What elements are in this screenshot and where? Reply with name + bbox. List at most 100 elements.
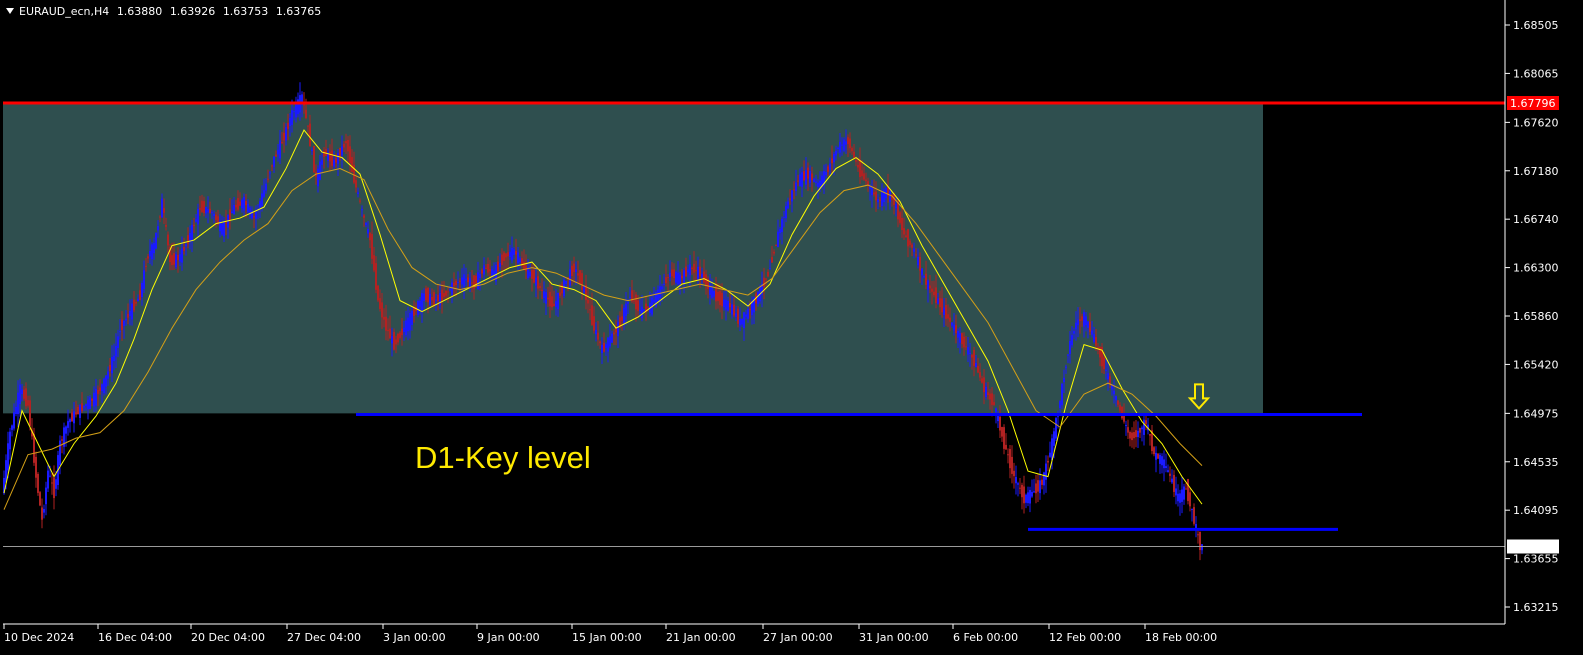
candle-body: [945, 305, 947, 319]
candle-body: [627, 301, 629, 304]
price-chart[interactable]: D1-Key level 1.68505 1.68065 1.67620 1.6718…: [0, 0, 1583, 655]
candle-body: [85, 404, 87, 407]
candle-body: [427, 287, 429, 303]
candle-body: [425, 288, 427, 301]
dropdown-triangle-icon[interactable]: [6, 8, 14, 14]
candle-body: [799, 174, 801, 187]
candle-body: [455, 280, 457, 286]
candle-body: [717, 291, 719, 302]
candle-body: [1161, 456, 1163, 466]
candle-body: [243, 196, 245, 211]
candle-body: [489, 269, 491, 272]
candle-body: [333, 159, 335, 167]
candle-body: [1083, 312, 1085, 327]
candle-body: [15, 406, 17, 414]
candle-body: [1159, 454, 1161, 464]
candle-body: [355, 180, 357, 188]
candle-body: [559, 292, 561, 296]
candle-body: [729, 303, 731, 308]
candle-body: [447, 291, 449, 293]
candle-body: [763, 277, 765, 288]
candle-body: [777, 231, 779, 248]
candle-body: [1021, 484, 1023, 498]
candle-body: [487, 263, 489, 273]
candle-body: [803, 171, 805, 181]
candle-body: [943, 307, 945, 315]
candle-body: [1137, 430, 1139, 438]
candle-body: [693, 263, 695, 273]
open-price: 1.63880: [116, 5, 163, 18]
candle-body: [203, 201, 205, 214]
candle-body: [277, 149, 279, 155]
candle-body: [801, 172, 803, 187]
candle-body: [1169, 473, 1171, 476]
candle-body: [1025, 494, 1027, 503]
candle-body: [275, 154, 277, 157]
candle-body: [875, 191, 877, 201]
candle-body: [267, 178, 269, 180]
candle-body: [613, 332, 615, 335]
candle-body: [155, 232, 157, 249]
price-tick-label: 1.67180: [1513, 165, 1559, 178]
candle-body: [785, 206, 787, 219]
candle-body: [779, 228, 781, 234]
candle-body: [237, 198, 239, 210]
resistance-price-label: 1.67796: [1510, 97, 1556, 110]
candle-body: [571, 265, 573, 276]
candle-body: [165, 224, 167, 227]
candle-body: [485, 267, 487, 269]
candle-body: [917, 256, 919, 266]
current-price-label: 1.63765: [1510, 540, 1556, 553]
candle-body: [1107, 373, 1109, 380]
candle-body: [331, 150, 333, 166]
candle-body: [1087, 321, 1089, 328]
candle-body: [933, 291, 935, 296]
candle-body: [111, 357, 113, 374]
candle-body: [941, 298, 943, 313]
candle-body: [479, 273, 481, 279]
candle-body: [361, 209, 363, 211]
candle-body: [465, 278, 467, 281]
candle-body: [37, 473, 39, 493]
candle-body: [767, 271, 769, 277]
candle-body: [771, 257, 773, 263]
chart-header[interactable]: EURAUD_ecn,H4 1.63880 1.63926 1.63753 1.…: [6, 5, 321, 18]
time-tick-label: 10 Dec 2024: [4, 631, 74, 644]
candle-body: [1007, 454, 1009, 456]
candle-body: [727, 300, 729, 311]
candle-body: [831, 158, 833, 164]
candle-body: [587, 299, 589, 304]
candle-body: [1013, 470, 1015, 477]
candle-body: [635, 294, 637, 310]
candle-body: [983, 377, 985, 393]
candle-body: [593, 316, 595, 331]
candle-body: [871, 187, 873, 196]
candle-body: [653, 299, 655, 303]
candle-body: [229, 209, 231, 220]
high-price: 1.63926: [169, 5, 216, 18]
candle-body: [21, 389, 23, 395]
candle-body: [11, 425, 13, 430]
candle-body: [1049, 452, 1051, 457]
candle-body: [537, 276, 539, 289]
candle-body: [765, 278, 767, 280]
candle-body: [877, 199, 879, 203]
candle-body: [719, 290, 721, 306]
candle-body: [657, 289, 659, 302]
candle-body: [61, 439, 63, 441]
candle-body: [451, 282, 453, 295]
candle-body: [127, 313, 129, 318]
candle-body: [903, 228, 905, 235]
candle-body: [143, 270, 145, 289]
candle-body: [1201, 544, 1203, 551]
candle-body: [553, 303, 555, 307]
candle-body: [345, 141, 347, 144]
candle-body: [409, 312, 411, 331]
candle-body: [213, 213, 215, 216]
candle-body: [835, 150, 837, 156]
candle-body: [899, 212, 901, 223]
candle-body: [161, 198, 163, 218]
candle-body: [1135, 430, 1137, 438]
candle-body: [1045, 463, 1047, 480]
candle-body: [1063, 377, 1065, 383]
